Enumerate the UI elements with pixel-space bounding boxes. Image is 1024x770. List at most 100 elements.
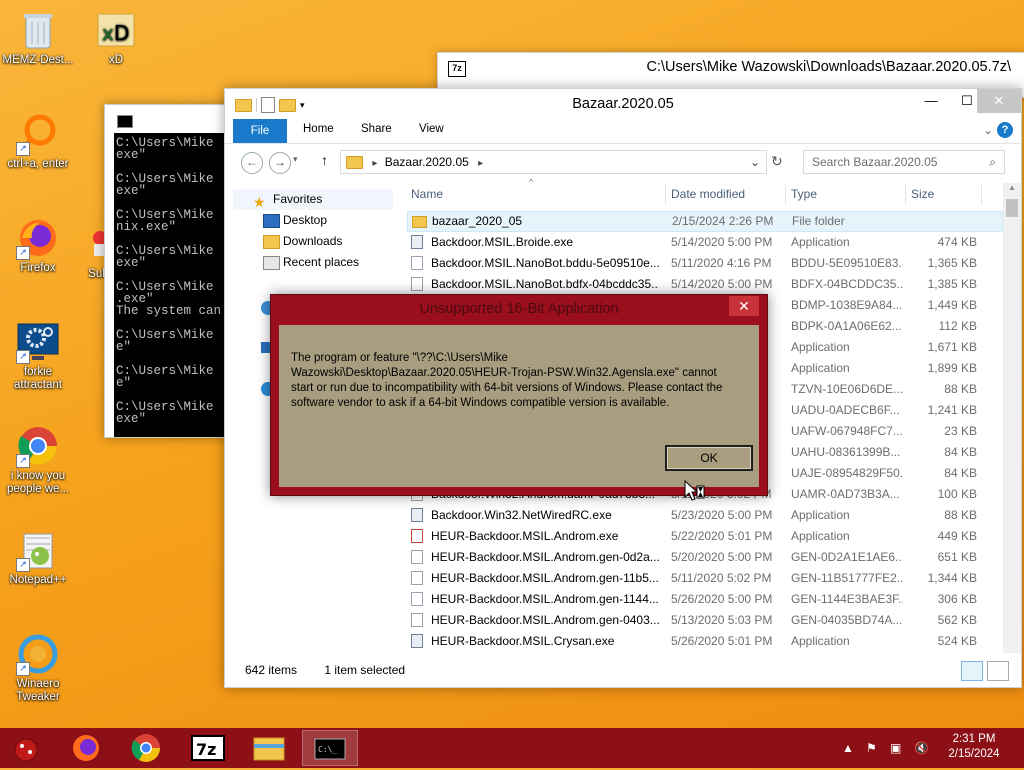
volume-muted-icon[interactable]: 🔇 [914,741,929,755]
up-button[interactable]: ↑ [321,152,328,168]
tab-file[interactable]: File [233,119,287,143]
table-row[interactable]: HEUR-Backdoor.MSIL.Androm.exe 5/22/2020 5… [407,526,1003,547]
cell-type: BDDU-5E09510E83... [791,256,903,270]
taskbar-console[interactable]: C:\_ [302,730,358,766]
show-hidden-icons-icon[interactable]: ▲ [842,741,856,755]
column-header-date[interactable]: Date modified [671,187,745,201]
desktop-icon-winaero-tweaker[interactable]: ↗ Winaero Tweaker [0,632,76,704]
clock[interactable]: 2:31 PM 2/15/2024 [934,732,1014,762]
desktop-icon-label: MEMZ-Dest... [2,54,74,66]
expand-ribbon-icon[interactable]: ⌄ [983,123,993,137]
network-icon[interactable]: ▣ [890,741,904,755]
explorer-title-bar[interactable]: ▾ Bazaar.2020.05 — ☐ ✕ [225,89,1021,117]
scroll-up-icon[interactable]: ▲ [1003,183,1021,192]
large-icons-view-button[interactable] [987,661,1009,681]
taskbar-chrome[interactable] [118,730,174,766]
address-dropdown-icon[interactable]: ⌄ [750,151,760,173]
console-output[interactable]: C:\Users\Mike exe" C:\Users\Mike exe" C:\Use… [114,133,235,437]
desktop-icon-forkie[interactable]: ↗ forkie attractant [0,320,76,392]
file-icon [411,256,423,270]
table-row[interactable]: bazaar_2020_05 2/15/2024 2:26 PM File fold… [407,211,1003,232]
column-divider[interactable] [785,183,786,205]
desktop-icon-ctrl-a-enter[interactable]: ↗ ctrl+a, enter [0,112,76,171]
cell-type: BDFX-04BCDDC35... [791,277,903,291]
navigation-pane: ★ Favorites Desktop Downloads Recent pla… [233,189,393,396]
desktop-icon-notepad-plus-plus[interactable]: ↗ Notepad++ [0,528,76,587]
table-row[interactable]: HEUR-Backdoor.MSIL.Androm.gen-11b5... 5/1… [407,568,1003,589]
vertical-scrollbar[interactable]: ▲ [1003,183,1021,653]
cell-name: HEUR-Backdoor.MSIL.Androm.exe [431,529,619,543]
clock-date: 2/15/2024 [948,748,1000,760]
console-line: C:\Users\Mike [116,328,214,342]
error-dialog[interactable]: Unsupported 16-Bit Application ✕ The pro… [270,294,768,496]
nav-item-desktop[interactable]: Desktop [233,210,393,231]
table-row[interactable]: Backdoor.MSIL.NanoBot.bddu-5e09510e... 5/… [407,253,1003,274]
nav-item-recent-places[interactable]: Recent places [233,252,393,273]
desktop-icon-recycle-bin[interactable]: MEMZ-Dest... [0,8,76,67]
tab-view[interactable]: View [419,123,444,135]
close-button[interactable]: ✕ [977,89,1021,113]
scrollbar-thumb[interactable] [1006,199,1018,217]
column-header-name[interactable]: Name [411,187,443,201]
file-icon [411,277,423,291]
table-row[interactable]: Backdoor.MSIL.NanoBot.bdfx-04bcddc35... 5… [407,274,1003,295]
cell-size: 1,385 KB [927,277,977,291]
firefox-icon: ↗ [16,216,60,260]
cell-name: HEUR-Backdoor.MSIL.Androm.gen-0403... [431,613,659,627]
taskbar-memz[interactable] [0,730,56,766]
nav-item-favorites[interactable]: ★ Favorites [233,189,393,210]
cell-date: 5/22/2020 5:01 PM [671,529,773,543]
dialog-close-button[interactable]: ✕ [729,296,759,316]
table-row[interactable]: HEUR-Backdoor.MSIL.Crysan.exe 5/26/2020 5… [407,631,1003,652]
recent-places-icon [263,256,280,270]
column-header-size[interactable]: Size [911,187,934,201]
svg-text:C:\_: C:\_ [318,745,337,754]
recent-locations-icon[interactable]: ▾ [293,154,298,165]
search-input[interactable]: Search Bazaar.2020.05 ⌕ [803,150,1005,174]
table-row[interactable]: HEUR-Backdoor.MSIL.Androm.gen-1144... 5/2… [407,589,1003,610]
cell-type: GEN-04035BD74A... [791,613,903,627]
refresh-button[interactable]: ↻ [771,153,783,170]
taskbar-explorer[interactable] [240,730,296,766]
desktop-icon-sulf[interactable]: Sulf [62,222,108,281]
ribbon-tabs: File Home Share View ⌄ ? [225,119,1021,144]
sevenzip-title: C:\Users\Mike Wazowski\Downloads\Bazaar.… [646,59,1011,75]
cell-type: TZVN-10E06D6DE... [791,382,903,396]
breadcrumb-item[interactable]: Bazaar.2020.05 [385,155,469,169]
ok-button[interactable]: OK [665,445,753,471]
column-divider[interactable] [981,183,982,205]
column-header-type[interactable]: Type [791,187,817,201]
cell-size: 651 KB [937,550,977,564]
column-divider[interactable] [905,183,906,205]
tab-home[interactable]: Home [303,123,334,135]
nav-item-label: Downloads [283,234,343,248]
desktop-icon [263,214,280,228]
forward-button[interactable]: → [269,152,291,174]
table-row[interactable]: HEUR-Backdoor.MSIL.Androm.gen-0d2a... 5/2… [407,547,1003,568]
minimize-button[interactable]: — [913,89,949,113]
details-view-button[interactable] [961,661,983,681]
taskbar-firefox[interactable] [58,730,114,766]
console-line: C:\Users\Mike [116,364,214,378]
table-row[interactable]: Backdoor.MSIL.Broide.exe 5/14/2020 5:00 P… [407,232,1003,253]
console-window[interactable]: C:\Users\Mike exe" C:\Users\Mike exe" C:\Use… [104,104,236,438]
cell-size: 1,344 KB [927,571,977,585]
sort-ascending-icon: ^ [529,177,534,187]
file-icon [411,613,423,627]
desktop-icon-xd[interactable]: xD xD [78,8,154,67]
table-row[interactable]: HEUR-Backdoor.MSIL.Androm.gen-0403... 5/1… [407,610,1003,631]
help-icon[interactable]: ? [997,122,1013,138]
address-bar[interactable]: ▸ Bazaar.2020.05 ▸ ⌄ [340,150,767,174]
column-divider[interactable] [665,183,666,205]
back-button[interactable]: ← [241,152,263,174]
action-center-flag-icon[interactable]: ⚑ [866,741,880,755]
tab-share[interactable]: Share [361,123,392,135]
cell-name: Backdoor.MSIL.Broide.exe [431,235,574,249]
nav-item-downloads[interactable]: Downloads [233,231,393,252]
selection-count: 1 item selected [324,663,406,677]
taskbar-7zip[interactable]: 7z [180,730,236,766]
desktop-icon-chrome[interactable]: ↗ i know you people we... [0,424,76,496]
table-row[interactable]: Backdoor.Win32.NetWiredRC.exe 5/23/2020 5… [407,505,1003,526]
cell-type: UAHU-08361399B... [791,445,901,459]
search-icon[interactable]: ⌕ [989,151,996,173]
